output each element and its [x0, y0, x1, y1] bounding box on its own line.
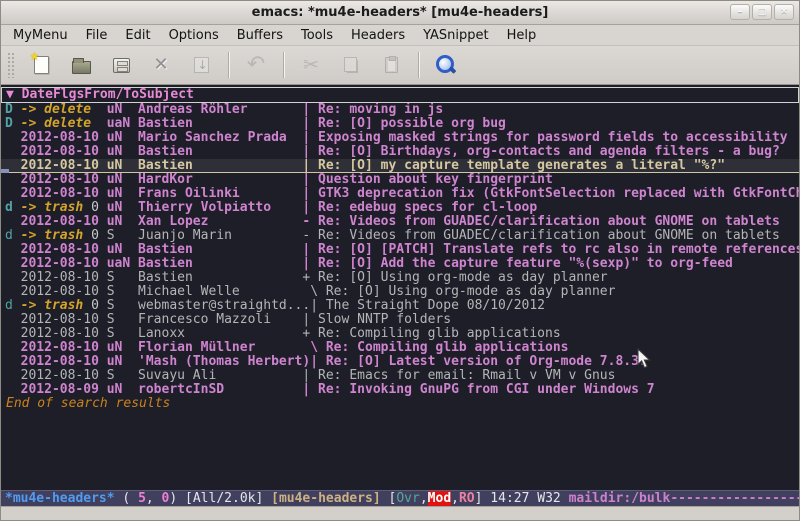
tool-bar: ✕ ↶ ✂: [1, 46, 799, 85]
message-row[interactable]: d-> trash 0Swebmaster@straightd...| The …: [1, 299, 799, 313]
message-row[interactable]: 2012-08-10uNXan Lopez- Re: Videos from G…: [1, 215, 799, 229]
headers-column-titles[interactable]: ▼ DateFlgsFrom/ToSubject: [1, 87, 799, 103]
message-row[interactable]: 2012-08-10uNMario Sanchez Prada| Exposin…: [1, 131, 799, 145]
toolbar-separator: [228, 52, 229, 78]
search-icon: [435, 54, 457, 76]
message-row[interactable]: 2012-08-10SFrancesco Mazzoli| Slow NNTP …: [1, 313, 799, 327]
menu-file[interactable]: File: [77, 26, 117, 45]
message-row[interactable]: D-> deleteuaNBastien| Re: [O] possible o…: [1, 117, 799, 131]
new-file-button[interactable]: [26, 50, 56, 80]
save-icon: [113, 58, 130, 73]
message-row[interactable]: 2012-08-10uNBastien| Re: [O] my capture …: [1, 159, 799, 173]
message-row[interactable]: 2012-08-10uNBastien| Re: [O] Birthdays, …: [1, 145, 799, 159]
menu-options[interactable]: Options: [160, 26, 228, 45]
menu-tools[interactable]: Tools: [292, 26, 342, 45]
emacs-frame: emacs: *mu4e-headers* [mu4e-headers] –□✕…: [0, 0, 800, 521]
menu-bar: MyMenuFileEditOptionsBuffersToolsHeaders…: [1, 25, 799, 46]
toolbar-grip-handle[interactable]: [7, 52, 15, 78]
cut-icon: ✂: [303, 55, 319, 75]
open-folder-icon: [72, 61, 91, 74]
save-as-button: [186, 50, 216, 80]
open-folder-button[interactable]: [66, 50, 96, 80]
copy-button: [336, 50, 366, 80]
message-row[interactable]: 2012-08-10uNFlorian Müllner \ Re: Compil…: [1, 341, 799, 355]
message-row[interactable]: d-> trash 0SJuanjo Marin- Re: Videos fro…: [1, 229, 799, 243]
message-row[interactable]: 2012-08-10SBastien+ Re: [O] Using org-mo…: [1, 271, 799, 285]
message-row[interactable]: 2012-08-10SLanoxx+ Re: Compiling glib ap…: [1, 327, 799, 341]
message-row[interactable]: 2012-08-10uN'Mash (Thomas Herbert)| Re: …: [1, 355, 799, 369]
message-row[interactable]: 2012-08-10uaNBastien| Re: [O] Add the ca…: [1, 257, 799, 271]
close-buffer-button[interactable]: ✕: [146, 50, 176, 80]
menu-edit[interactable]: Edit: [116, 26, 159, 45]
title-bar[interactable]: emacs: *mu4e-headers* [mu4e-headers] –□✕: [1, 1, 799, 25]
minimize-button[interactable]: –: [730, 4, 750, 20]
close-buffer-icon: ✕: [153, 56, 168, 74]
new-file-icon: [34, 56, 49, 74]
message-row[interactable]: 2012-08-10SSuvayu Ali| Re: Emacs for ema…: [1, 369, 799, 383]
save-button[interactable]: [106, 50, 136, 80]
end-of-search-text: End of search results: [1, 397, 799, 411]
text-cursor: [1, 169, 9, 173]
menu-mymenu[interactable]: MyMenu: [4, 26, 77, 45]
undo-button: ↶: [241, 50, 271, 80]
message-row[interactable]: 2012-08-10uNBastien| Re: [O] [PATCH] Tra…: [1, 243, 799, 257]
message-row[interactable]: 2012-08-10uNHardKor| Question about key …: [1, 173, 799, 187]
mu4e-headers-buffer[interactable]: ▼ DateFlgsFrom/ToSubject D-> deleteuNAnd…: [1, 85, 799, 490]
window-controls: –□✕: [730, 4, 794, 20]
paste-button: [376, 50, 406, 80]
message-list: D-> deleteuNAndreas Röhler| Re: moving i…: [1, 103, 799, 397]
message-row[interactable]: d-> trash 0uNThierry Volpiatto| Re: edeb…: [1, 201, 799, 215]
echo-area[interactable]: [1, 506, 799, 520]
maximize-button[interactable]: □: [752, 4, 772, 20]
close-button[interactable]: ✕: [774, 4, 794, 20]
menu-yasnippet[interactable]: YASnippet: [414, 26, 498, 45]
toolbar-separator: [418, 52, 419, 78]
message-row[interactable]: 2012-08-10SMichael Welle \ Re: [O] Using…: [1, 285, 799, 299]
menu-help[interactable]: Help: [498, 26, 546, 45]
toolbar-separator: [283, 52, 284, 78]
window-title: emacs: *mu4e-headers* [mu4e-headers]: [1, 1, 799, 24]
message-row[interactable]: D-> deleteuNAndreas Röhler| Re: moving i…: [1, 103, 799, 117]
undo-icon: ↶: [247, 55, 265, 75]
paste-icon: [385, 57, 398, 73]
menu-headers[interactable]: Headers: [342, 26, 414, 45]
save-as-icon: [194, 57, 209, 73]
copy-icon: [347, 60, 358, 73]
mode-line: *mu4e-headers* ( 5, 0) [All/2.0k] [mu4e-…: [1, 490, 799, 506]
menu-buffers[interactable]: Buffers: [228, 26, 292, 45]
cut-button: ✂: [296, 50, 326, 80]
message-row[interactable]: 2012-08-10uNFrans Oilinki| GTK3 deprecat…: [1, 187, 799, 201]
message-row[interactable]: 2012-08-09uNrobertcInSD| Re: Invoking Gn…: [1, 383, 799, 397]
search-button[interactable]: [431, 50, 461, 80]
